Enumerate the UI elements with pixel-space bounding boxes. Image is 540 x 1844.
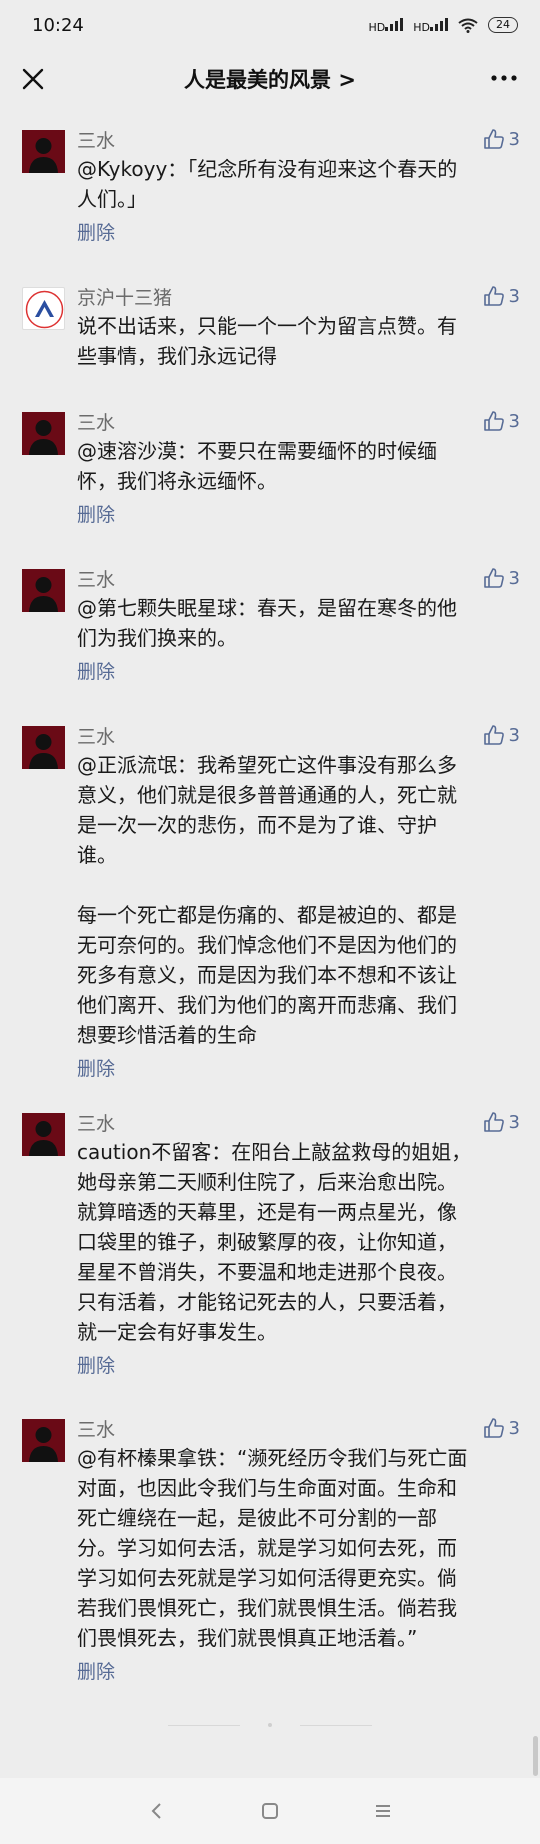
comment-item: 三水 3 caution不留客：在阳台上敲盆救母的姐姐， 她母亲第二天顺利住院了… xyxy=(0,1091,540,1397)
comment-item: 三水 3 @速溶沙漠：不要只在需要缅怀的时候缅 怀，我们将永远缅怀。 删除 xyxy=(0,390,540,547)
comment-author[interactable]: 三水 xyxy=(77,1415,115,1442)
scrollbar[interactable] xyxy=(533,1736,538,1776)
delete-link[interactable]: 删除 xyxy=(77,1351,115,1378)
thumbs-up-icon xyxy=(483,129,504,149)
like-button[interactable]: 3 xyxy=(483,128,520,150)
like-count: 3 xyxy=(508,1111,520,1133)
comment-item: 三水 3 @第七颗失眠星球：春天，是留在寒冬的他 们为我们换来的。 删除 xyxy=(0,547,540,704)
avatar[interactable] xyxy=(22,1419,65,1462)
comment-list: 三水 3 @Kykoyy：「纪念所有没有迎来这个春天的 人们。」 删除 京沪十三… xyxy=(0,108,540,1703)
status-bar: 10:24 HD HD 24 xyxy=(0,0,540,50)
back-icon[interactable] xyxy=(145,1799,169,1823)
delete-link[interactable]: 删除 xyxy=(77,500,115,527)
like-count: 3 xyxy=(508,128,520,150)
close-icon[interactable] xyxy=(16,62,50,96)
comment-text: @Kykoyy：「纪念所有没有迎来这个春天的 人们。」 xyxy=(77,157,458,211)
person-silhouette-icon xyxy=(29,1427,58,1462)
home-icon[interactable] xyxy=(258,1799,282,1823)
avatar[interactable] xyxy=(22,287,65,330)
comment-item: 三水 3 @有杯榛果拿铁：“濒死经历令我们与死亡面 对面，也因此令我们与生命面对… xyxy=(0,1397,540,1703)
like-count: 3 xyxy=(508,285,520,307)
comment-author[interactable]: 京沪十三猪 xyxy=(77,283,172,310)
comment-item: 三水 3 @正派流氓：我希望死亡这件事没有那么多 意义，他们就是很多普普通通的人… xyxy=(0,704,540,1091)
wifi-icon xyxy=(458,18,478,33)
like-button[interactable]: 3 xyxy=(483,285,520,307)
person-silhouette-icon xyxy=(29,734,58,769)
menu-icon[interactable] xyxy=(371,1799,395,1823)
comment-item: 京沪十三猪 3 说不出话来，只能一个一个为留言点赞。有 些事情，我们永远记得 xyxy=(0,265,540,390)
hd-signal-icon-1: HD xyxy=(369,17,404,34)
like-button[interactable]: 3 xyxy=(483,567,520,589)
like-count: 3 xyxy=(508,410,520,432)
like-button[interactable]: 3 xyxy=(483,724,520,746)
system-nav-bar xyxy=(0,1778,540,1844)
comment-item: 三水 3 @Kykoyy：「纪念所有没有迎来这个春天的 人们。」 删除 xyxy=(0,108,540,265)
page-title[interactable]: 人是最美的风景 > xyxy=(184,64,356,94)
more-icon[interactable] xyxy=(490,66,518,90)
status-time: 10:24 xyxy=(32,14,84,36)
comment-text: 说不出话来，只能一个一个为留言点赞。有 些事情，我们永远记得 xyxy=(77,314,457,368)
delete-link[interactable]: 删除 xyxy=(77,657,115,684)
comment-author[interactable]: 三水 xyxy=(77,126,115,153)
like-button[interactable]: 3 xyxy=(483,410,520,432)
comment-text: @速溶沙漠：不要只在需要缅怀的时候缅 怀，我们将永远缅怀。 xyxy=(77,439,437,493)
nav-bar: 人是最美的风景 > xyxy=(0,50,540,108)
thumbs-up-icon xyxy=(483,725,504,745)
thumbs-up-icon xyxy=(483,286,504,306)
comment-text: caution不留客：在阳台上敲盆救母的姐姐， 她母亲第二天顺利住院了，后来治愈… xyxy=(77,1140,472,1344)
like-count: 3 xyxy=(508,1417,520,1439)
person-silhouette-icon xyxy=(29,1121,58,1156)
avatar[interactable] xyxy=(22,726,65,769)
delete-link[interactable]: 删除 xyxy=(77,1657,115,1684)
list-end-divider xyxy=(0,1723,540,1727)
comment-text: @第七颗失眠星球：春天，是留在寒冬的他 们为我们换来的。 xyxy=(77,596,457,650)
thumbs-up-icon xyxy=(483,1418,504,1438)
like-button[interactable]: 3 xyxy=(483,1417,520,1439)
like-button[interactable]: 3 xyxy=(483,1111,520,1133)
battery-indicator: 24 xyxy=(488,17,518,33)
like-count: 3 xyxy=(508,567,520,589)
thumbs-up-icon xyxy=(483,568,504,588)
like-count: 3 xyxy=(508,724,520,746)
avatar[interactable] xyxy=(22,1113,65,1156)
comment-text: @有杯榛果拿铁：“濒死经历令我们与死亡面 对面，也因此令我们与生命面对面。生命和… xyxy=(77,1446,468,1650)
comment-author[interactable]: 三水 xyxy=(77,1109,115,1136)
person-silhouette-icon xyxy=(29,420,58,455)
comment-text: @正派流氓：我希望死亡这件事没有那么多 意义，他们就是很多普普通通的人，死亡就 … xyxy=(77,753,457,1047)
person-silhouette-icon xyxy=(29,138,58,173)
avatar[interactable] xyxy=(22,569,65,612)
school-logo-icon xyxy=(25,290,64,329)
thumbs-up-icon xyxy=(483,1112,504,1132)
delete-link[interactable]: 删除 xyxy=(77,1054,115,1081)
comment-author[interactable]: 三水 xyxy=(77,565,115,592)
delete-link[interactable]: 删除 xyxy=(77,218,115,245)
comment-author[interactable]: 三水 xyxy=(77,408,115,435)
status-icons: HD HD 24 xyxy=(369,17,518,34)
thumbs-up-icon xyxy=(483,411,504,431)
hd-signal-icon-2: HD xyxy=(413,17,448,34)
avatar[interactable] xyxy=(22,412,65,455)
person-silhouette-icon xyxy=(29,577,58,612)
avatar[interactable] xyxy=(22,130,65,173)
comment-author[interactable]: 三水 xyxy=(77,722,115,749)
